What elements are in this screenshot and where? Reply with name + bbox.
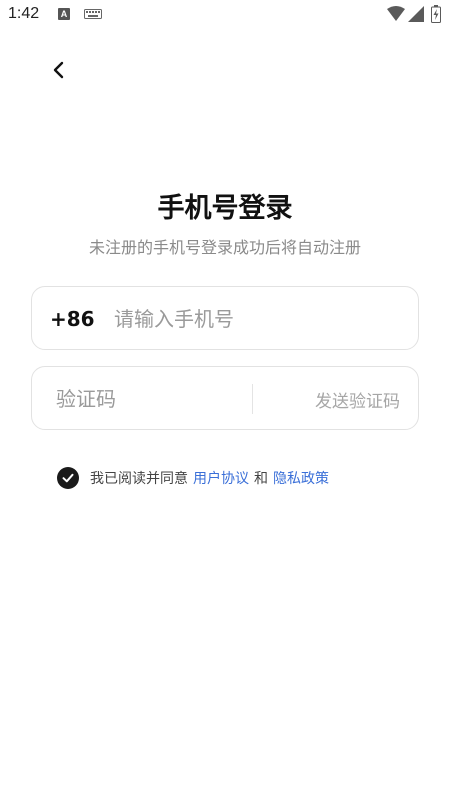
a-icon: A xyxy=(58,8,70,20)
status-bar: 1:42 A xyxy=(0,0,450,30)
battery-icon xyxy=(431,5,441,23)
privacy-policy-link[interactable]: 隐私政策 xyxy=(273,468,329,488)
signal-icon xyxy=(408,6,424,22)
keyboard-icon xyxy=(84,9,102,19)
page-title: 手机号登录 xyxy=(157,193,293,224)
code-divider xyxy=(252,384,253,414)
status-time: 1:42 xyxy=(8,5,40,22)
agreement-row: 我已阅读并同意 用户协议 和 隐私政策 xyxy=(57,466,329,490)
agreement-prefix: 我已阅读并同意 xyxy=(90,471,188,487)
agreement-checkbox[interactable] xyxy=(57,467,79,489)
send-code-button[interactable]: 发送验证码 xyxy=(315,387,400,412)
back-button[interactable] xyxy=(44,56,72,84)
chevron-left-icon xyxy=(53,61,64,79)
checkmark-icon xyxy=(62,473,74,483)
page-subtitle: 未注册的手机号登录成功后将自动注册 xyxy=(88,238,361,257)
country-code[interactable]: +86 xyxy=(50,307,95,331)
phone-input[interactable] xyxy=(112,299,406,339)
phone-field-container: +86 xyxy=(31,286,419,350)
verification-code-input[interactable] xyxy=(54,379,248,419)
wifi-icon xyxy=(387,6,405,21)
agreement-conjunction: 和 xyxy=(254,471,268,487)
code-field-container: 发送验证码 xyxy=(31,366,419,430)
user-agreement-link[interactable]: 用户协议 xyxy=(193,468,249,488)
